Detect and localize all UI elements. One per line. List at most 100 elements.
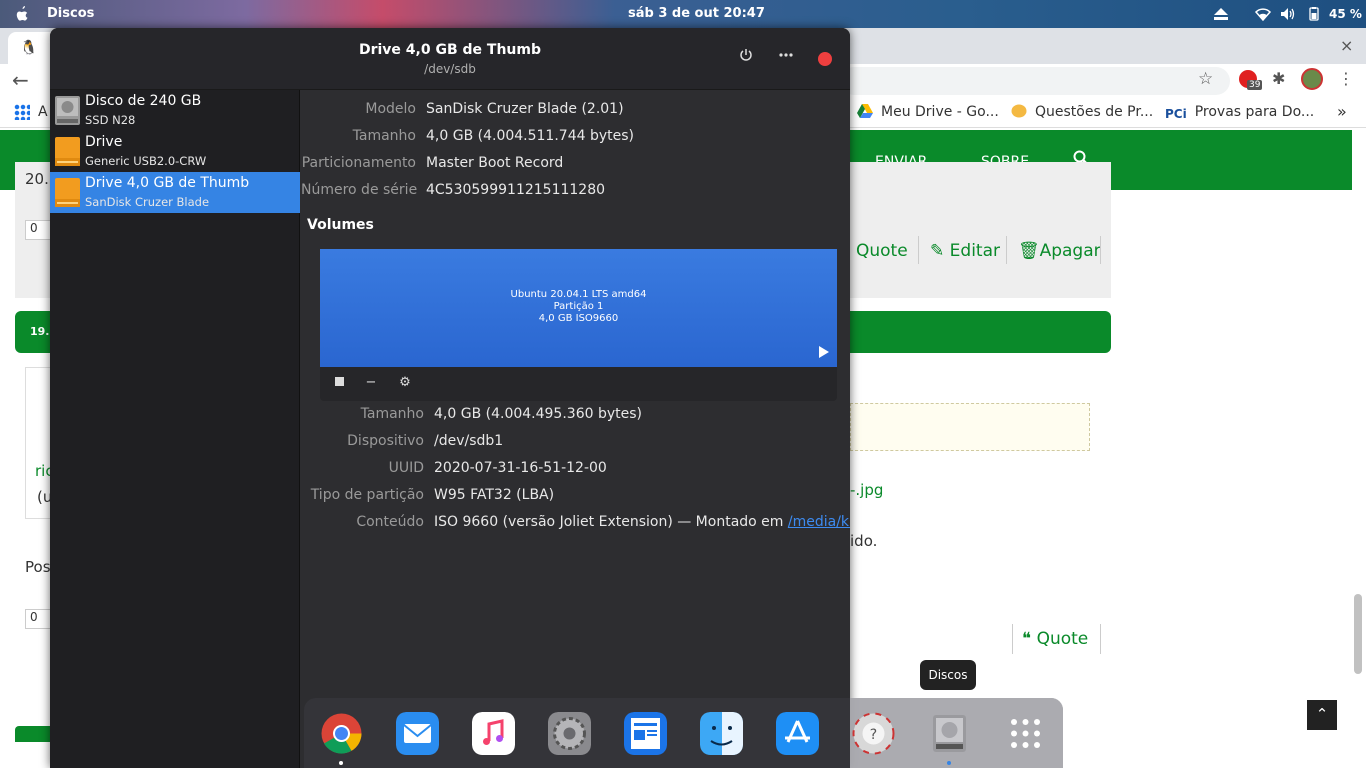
partition-label: Ubuntu 20.04.1 LTS amd64 [510, 289, 647, 300]
header-bar: Drive 4,0 GB de Thumb /dev/sdb [50, 28, 850, 90]
drive-menu-button[interactable] [774, 48, 798, 70]
active-app-name[interactable]: Discos [47, 6, 94, 21]
divider [1100, 236, 1101, 264]
volume-info-row-content: Conteúdo ISO 9660 (versão Joliet Extensi… [301, 514, 850, 534]
help-icon[interactable]: ? [852, 712, 895, 755]
volume-info-row-uuid: UUID 2020-07-31-16-51-12-00 [301, 460, 850, 480]
divider [918, 236, 919, 264]
scroll-to-top-button[interactable]: ⌃ [1307, 700, 1337, 730]
power-icon [740, 49, 752, 61]
drive-info-key: Modelo [365, 101, 416, 117]
volume-info-key: Conteúdo [356, 514, 424, 530]
quote-button[interactable]: Quote [856, 241, 908, 261]
volumes-heading: Volumes [307, 217, 374, 233]
hard-disk-icon [55, 96, 80, 125]
chrome-icon[interactable] [320, 712, 363, 755]
mail-icon[interactable] [396, 712, 439, 755]
stop-icon [334, 377, 344, 386]
device-model: Generic USB2.0-CRW [85, 154, 207, 168]
like-button[interactable]: 0 [25, 220, 53, 240]
delete-partition-button[interactable]: − [363, 375, 379, 391]
volume-info-key: Tipo de partição [310, 487, 424, 503]
close-tab-icon[interactable]: × [1340, 36, 1353, 55]
quote-label: Quote [856, 241, 908, 261]
power-icon[interactable] [1306, 7, 1322, 21]
bookmark-apps-label[interactable]: A [38, 104, 48, 120]
svg-text:?: ? [870, 727, 877, 743]
mount-point-link[interactable]: /media/k... [788, 514, 850, 530]
minus-icon: − [365, 375, 377, 390]
edit-label: Editar [949, 241, 1000, 261]
like-button[interactable]: 0 [25, 609, 53, 629]
image-link[interactable]: -.jpg [850, 481, 883, 499]
bookmarks-overflow-icon[interactable]: » [1337, 102, 1347, 121]
quote-label: Quote [1036, 629, 1089, 649]
disks-window: Drive 4,0 GB de Thumb /dev/sdb Disco de … [50, 28, 850, 768]
power-off-button[interactable] [734, 48, 758, 70]
divider [1012, 624, 1013, 654]
settings-icon[interactable] [548, 712, 591, 755]
quote-button[interactable]: ❝ Quote [1022, 629, 1088, 649]
eject-icon[interactable] [1214, 8, 1228, 20]
device-name: Drive 4,0 GB de Thumb [85, 175, 250, 191]
drive-info-value: Master Boot Record [426, 155, 564, 171]
drive-info-key: Tamanho [352, 128, 416, 144]
trash-icon: 🗑 [1018, 241, 1040, 261]
drive-info-key: Número de série [301, 182, 418, 198]
more-icon [779, 53, 793, 57]
music-icon[interactable] [472, 712, 515, 755]
extensions-puzzle-icon[interactable]: ✱ [1272, 69, 1285, 88]
partition-number: Partição 1 [553, 301, 604, 312]
device-item-thumb-drive[interactable]: Drive 4,0 GB de Thumb SanDisk Cruzer Bla… [50, 172, 300, 213]
google-drive-icon [857, 104, 873, 118]
bookmark-label: Provas para Do... [1194, 104, 1315, 120]
wifi-icon[interactable] [1255, 7, 1271, 21]
apple-icon[interactable] [14, 5, 30, 23]
partition-size: 4,0 GB ISO9660 [538, 313, 619, 324]
gear-icon: ⚙ [399, 375, 411, 390]
bookmark-questoes[interactable]: Questões de Pr... [1011, 104, 1153, 120]
clock[interactable]: sáb 3 de out 20:47 [628, 6, 765, 21]
running-indicator [339, 761, 343, 765]
device-item-drive[interactable]: Drive Generic USB2.0-CRW [50, 131, 300, 172]
drive-info-value: 4,0 GB (4.004.511.744 bytes) [426, 128, 634, 144]
finder-icon[interactable] [700, 712, 743, 755]
close-window-button[interactable] [818, 52, 832, 66]
volume-info-row-size: Tamanho 4,0 GB (4.004.495.360 bytes) [301, 406, 850, 426]
volume-info-key: UUID [388, 460, 424, 476]
device-model: SanDisk Cruzer Blade [85, 195, 210, 209]
disks-icon[interactable] [928, 712, 971, 755]
divider [1006, 236, 1007, 264]
drive-info-row-model: Modelo SanDisk Cruzer Blade (2.01) [301, 101, 850, 121]
document-viewer-icon[interactable] [624, 712, 667, 755]
drive-info-row-serial: Número de série 4C530599911215111280 [301, 182, 850, 202]
profile-avatar[interactable] [1301, 68, 1323, 90]
app-grid-icon[interactable] [1004, 712, 1047, 755]
unmount-button[interactable] [331, 375, 347, 391]
bookmark-star-icon[interactable]: ☆ [1198, 69, 1213, 89]
volume-info-row-partition-type: Tipo de partição W95 FAT32 (LBA) [301, 487, 850, 507]
app-store-icon[interactable] [776, 712, 819, 755]
dock-tooltip: Discos [920, 660, 976, 690]
mounted-indicator-icon [819, 346, 829, 358]
pencil-icon: ✎ [930, 241, 950, 261]
bookmark-provas[interactable]: PCi Provas para Do... [1165, 104, 1314, 121]
top-bar: Discos sáb 3 de out 20:47 45 % [0, 0, 1366, 28]
apps-grid-icon[interactable] [14, 104, 30, 120]
address-bar[interactable] [840, 67, 1230, 95]
delete-button[interactable]: 🗑Apagar [1018, 241, 1101, 261]
volume-info-value: W95 FAT32 (LBA) [434, 487, 555, 503]
back-arrow-icon[interactable]: ← [12, 68, 29, 92]
device-item-240gb[interactable]: Disco de 240 GB SSD N28 [50, 90, 300, 131]
divider [1100, 624, 1101, 654]
volume-info-key: Dispositivo [347, 433, 424, 449]
bookmark-meu-drive[interactable]: Meu Drive - Go... [857, 104, 999, 120]
partition-options-button[interactable]: ⚙ [397, 375, 413, 391]
edit-button[interactable]: ✎ Editar [930, 241, 1000, 261]
partition-block[interactable]: Ubuntu 20.04.1 LTS amd64 Partição 1 4,0 … [320, 249, 837, 367]
volume-icon[interactable] [1280, 7, 1296, 21]
device-name: Drive [85, 134, 123, 150]
browser-menu-icon[interactable]: ⋮ [1338, 69, 1354, 88]
page-scrollbar[interactable] [1354, 594, 1362, 674]
battery-percentage[interactable]: 45 % [1329, 7, 1362, 21]
